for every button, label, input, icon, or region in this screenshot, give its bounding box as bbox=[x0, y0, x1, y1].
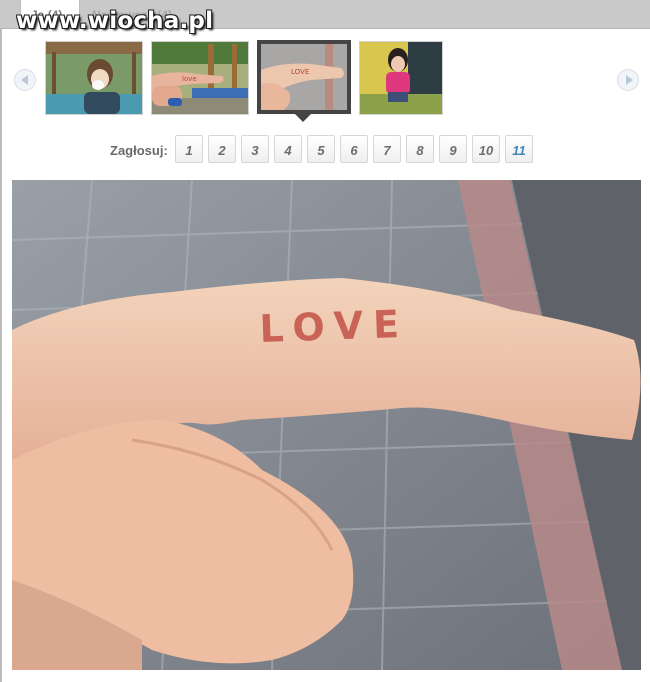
thumbnail-2-image: love bbox=[152, 42, 248, 114]
vote-button-10[interactable]: 10 bbox=[472, 135, 500, 163]
vote-label: Zagłosuj: bbox=[110, 143, 168, 158]
svg-text:love: love bbox=[182, 75, 197, 83]
svg-text:LOVE: LOVE bbox=[291, 68, 309, 76]
vote-button-9[interactable]: 9 bbox=[439, 135, 467, 163]
vote-button-4[interactable]: 4 bbox=[274, 135, 302, 163]
site-watermark: www.wiocha.pl bbox=[16, 8, 214, 34]
vote-button-2[interactable]: 2 bbox=[208, 135, 236, 163]
vote-button-1[interactable]: 1 bbox=[175, 135, 203, 163]
finger-love-text: LOVE bbox=[259, 302, 410, 351]
main-photo-image: LOVE bbox=[12, 180, 641, 670]
arrow-right-icon bbox=[626, 75, 633, 85]
thumbnail-4-image bbox=[360, 42, 442, 114]
selected-thumbnail-pointer bbox=[293, 112, 313, 122]
gallery-thumbnail-4[interactable] bbox=[359, 41, 443, 115]
left-border bbox=[0, 28, 2, 682]
vote-button-3[interactable]: 3 bbox=[241, 135, 269, 163]
gallery-prev-arrow[interactable] bbox=[14, 69, 36, 91]
main-photo: LOVE bbox=[12, 180, 641, 670]
gallery-next-arrow[interactable] bbox=[617, 69, 639, 91]
vote-button-11[interactable]: 11 bbox=[505, 135, 533, 163]
gallery-thumbnail-2[interactable]: love bbox=[151, 41, 249, 115]
gallery-thumbnail-1[interactable] bbox=[45, 41, 143, 115]
thumbnail-1-image bbox=[46, 42, 142, 114]
vote-button-8[interactable]: 8 bbox=[406, 135, 434, 163]
vote-button-7[interactable]: 7 bbox=[373, 135, 401, 163]
arrow-left-icon bbox=[21, 75, 28, 85]
vote-button-6[interactable]: 6 bbox=[340, 135, 368, 163]
gallery-thumbnail-3-selected[interactable]: LOVE bbox=[257, 40, 351, 114]
vote-button-5[interactable]: 5 bbox=[307, 135, 335, 163]
thumbnail-3-image: LOVE bbox=[261, 44, 347, 110]
